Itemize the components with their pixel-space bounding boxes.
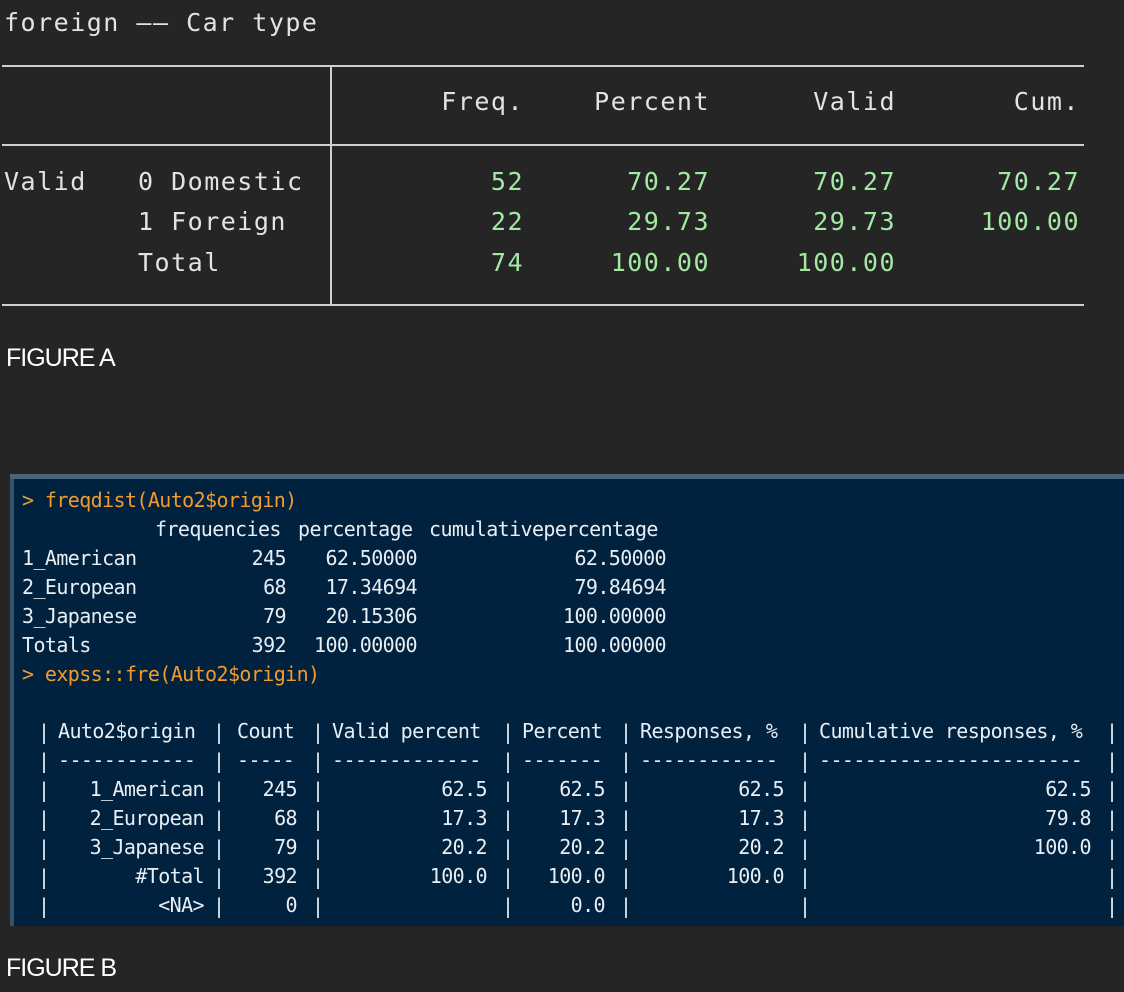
fre-pct: 100.0 (547, 864, 606, 888)
fre-header: Percent (522, 719, 603, 743)
cell-percent: 100.00 (610, 248, 710, 277)
freqdist-freq: 392 (251, 633, 287, 657)
fre-pipes-col0: | | | | | | | (38, 720, 50, 918)
freqdist-freq: 79 (263, 604, 286, 628)
freqdist-pct: 100.00000 (314, 633, 418, 657)
fre-dashes: ----------------------- (819, 748, 1083, 772)
console-command: > freqdist(Auto2$origin) (22, 488, 297, 512)
fre-label: #Total (135, 864, 204, 888)
freqdist-pct: 62.50000 (325, 546, 417, 570)
fre-count: 68 (274, 806, 297, 830)
fre-dashes: ------------ (640, 748, 778, 772)
fre-valid: 62.5 (441, 777, 487, 801)
header-percent: Percent (594, 87, 710, 116)
cell-cum: 100.00 (980, 207, 1080, 236)
fre-dashes: ------------ (58, 748, 196, 772)
fre-label: 1_American (89, 777, 205, 801)
freqdist-freq: 68 (263, 575, 286, 599)
figure-a-caption: FIGURE A (6, 344, 116, 372)
freqdist-cum: 100.00000 (563, 633, 667, 657)
header-rule (2, 144, 1084, 146)
row-group-label: Valid (4, 167, 87, 196)
console-command: > expss::fre(Auto2$origin) (22, 662, 320, 686)
fre-pct: 62.5 (559, 777, 605, 801)
freqdist-label: Totals (22, 633, 91, 657)
fre-pct: 17.3 (559, 806, 605, 830)
fre-valid: 100.0 (429, 864, 488, 888)
figure-b-caption: FIGURE B (6, 954, 117, 982)
r-console-panel[interactable]: > freqdist(Auto2$origin) frequencies per… (10, 474, 1124, 926)
fre-dashes: ----- (237, 748, 295, 772)
cell-freq: 74 (490, 248, 524, 277)
fre-resp: 100.0 (726, 864, 785, 888)
cell-freq: 22 (490, 207, 524, 236)
console-gutter (10, 479, 14, 926)
fre-pipes-col1: | | | | | | | (213, 720, 225, 918)
fre-valid: 17.3 (441, 806, 487, 830)
fre-dashes: ------- (522, 748, 603, 772)
cell-valid: 70.27 (813, 167, 896, 196)
row-label: Total (138, 248, 221, 277)
cell-percent: 70.27 (627, 167, 710, 196)
cell-percent: 29.73 (627, 207, 710, 236)
cell-freq: 52 (490, 167, 524, 196)
freqdist-freq: 245 (251, 546, 287, 570)
bottom-rule (2, 304, 1084, 306)
fre-label: 2_European (89, 806, 205, 830)
freqdist-header-cumulative: cumulativepercentage (429, 517, 658, 541)
fre-valid: 20.2 (441, 835, 487, 859)
fre-pipes-col4: | | | | | | | (620, 720, 632, 918)
fre-count: 79 (274, 835, 297, 859)
freqdist-cum: 62.50000 (574, 546, 666, 570)
cell-cum: 70.27 (997, 167, 1080, 196)
fre-header: Cumulative responses, % (819, 719, 1083, 743)
fre-header: Count (237, 719, 295, 743)
cell-valid: 29.73 (813, 207, 896, 236)
fre-header: Responses, % (640, 719, 778, 743)
freqdist-pct: 17.34694 (325, 575, 417, 599)
fre-cum: 100.0 (1033, 835, 1092, 859)
fre-pipes-col3: | | | | | | | (502, 720, 514, 918)
fre-label: 3_Japanese (89, 835, 205, 859)
header-cum: Cum. (1013, 87, 1080, 116)
freqdist-label: 1_American (22, 546, 137, 570)
fre-resp: 20.2 (738, 835, 784, 859)
fre-header: Valid percent (332, 719, 481, 743)
freqdist-label: 3_Japanese (22, 604, 137, 628)
freqdist-cum: 100.00000 (563, 604, 667, 628)
row-label: 1 Foreign (138, 207, 287, 236)
fre-pipes-col5: | | | | | | | (799, 720, 811, 918)
fre-pct: 20.2 (559, 835, 605, 859)
fre-count: 0 (285, 893, 298, 917)
row-label: 0 Domestic (138, 167, 304, 196)
top-rule (2, 65, 1084, 67)
column-divider (330, 65, 332, 305)
freqdist-header-frequencies: frequencies (155, 517, 281, 541)
cell-valid: 100.00 (796, 248, 896, 277)
fre-cum: 79.8 (1045, 806, 1091, 830)
fre-pct: 0.0 (570, 893, 606, 917)
fre-count: 392 (262, 864, 298, 888)
fre-resp: 62.5 (738, 777, 784, 801)
freqdist-pct: 20.15306 (325, 604, 417, 628)
fre-label: <NA> (158, 893, 204, 917)
fre-count: 245 (262, 777, 298, 801)
freqdist-header-percentage: percentage (298, 517, 413, 541)
fre-pipes-col2: | | | | | | | (312, 720, 324, 918)
table-title: foreign —— Car type (4, 8, 319, 37)
fre-pipes-col6: | | | | | | | (1106, 720, 1118, 918)
figure-a-panel: foreign —— Car type Freq. Percent Valid … (0, 0, 1124, 330)
fre-cum: 62.5 (1045, 777, 1091, 801)
fre-dashes: ------------- (332, 748, 481, 772)
header-freq: Freq. (441, 87, 524, 116)
freqdist-cum: 79.84694 (574, 575, 666, 599)
freqdist-label: 2_European (22, 575, 137, 599)
fre-resp: 17.3 (738, 806, 784, 830)
fre-header: Auto2$origin (58, 719, 196, 743)
header-valid: Valid (813, 87, 896, 116)
